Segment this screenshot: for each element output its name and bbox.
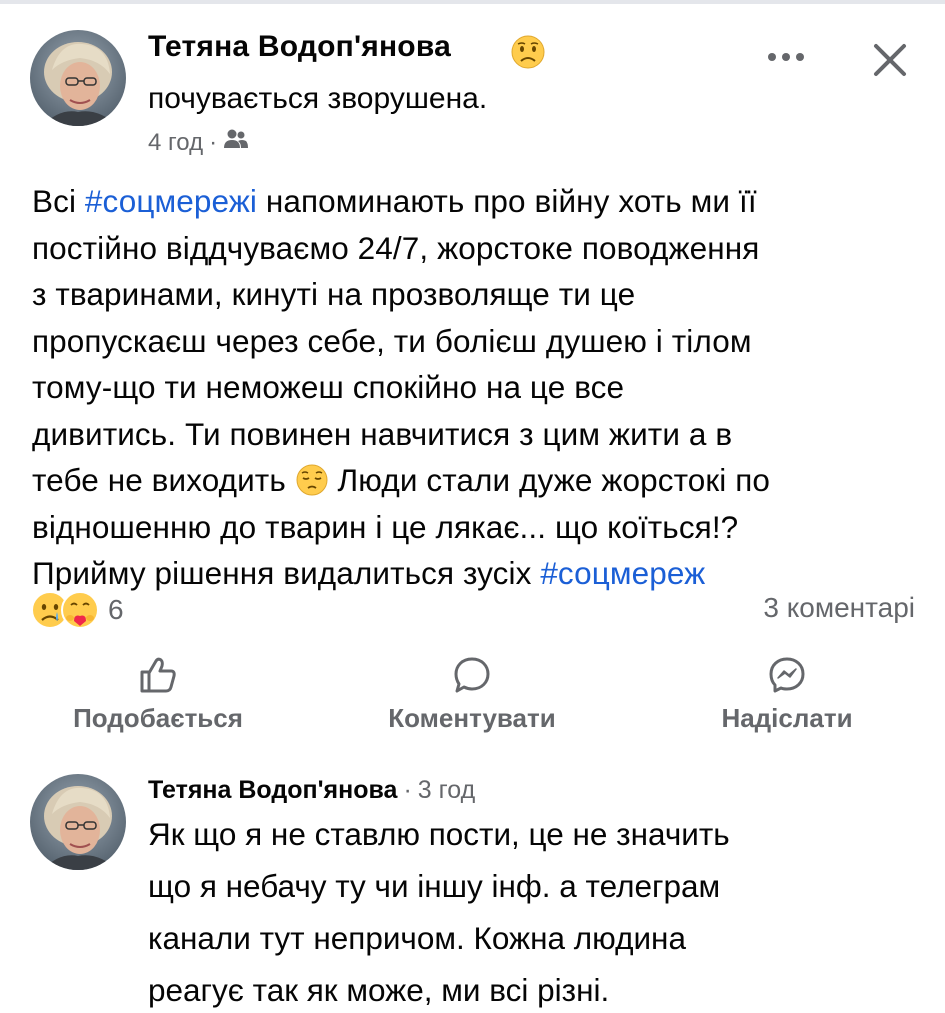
close-button[interactable] (862, 32, 918, 88)
close-icon (874, 44, 906, 76)
comment-line: що я небачу ту чи іншу інф. а телеграм (148, 868, 721, 904)
comment-line: Як що я не ставлю пости, це не значить (148, 816, 730, 852)
post-time[interactable]: 4 год (148, 129, 203, 157)
post-line: постійно віддчуваємо 24/7, жорстоке пово… (32, 229, 760, 266)
comment-line: канали тут непричом. Кожна людина (148, 920, 686, 956)
send-label: Надіслати (721, 703, 853, 733)
post-line: відношенню до тварин і це лякає... що ко… (32, 508, 739, 545)
post-line: Всі #соцмережі напоминають про війну хот… (32, 183, 757, 219)
comment-body: Як що я не ставлю пости, це не значить щ… (148, 808, 928, 1013)
send-button[interactable]: Надіслати (647, 655, 927, 734)
post-line: тому-що ти неможеш спокійно на це все (32, 369, 625, 405)
top-divider (0, 0, 945, 4)
pensive-face-emoji (295, 463, 329, 497)
post-line: з тваринами, кинуті на прозволяще ти це (32, 276, 636, 312)
thumbs-up-icon (140, 657, 176, 693)
meta-separator: · (209, 128, 218, 156)
post-line: дивитись. Ти повинен навчитися з цим жит… (32, 415, 733, 452)
post-line: тебе не виходить Люди стали дуже жорсток… (32, 462, 771, 498)
reactions-summary[interactable]: 6 (30, 590, 124, 630)
post-line: Прийму рішення видалиться зусіх #соцмере… (32, 555, 706, 591)
more-options-button[interactable] (762, 42, 810, 72)
comment-author-name[interactable]: Тетяна Водоп'янова (148, 776, 397, 804)
post-body: Всі #соцмережі напоминають про війну хот… (32, 178, 922, 597)
friends-icon (223, 128, 249, 157)
comments-count-link[interactable]: 3 коментарі (763, 592, 915, 624)
reaction-count: 6 (108, 594, 124, 625)
author-avatar[interactable] (30, 30, 126, 126)
post-meta: 4 год · (148, 128, 249, 157)
care-reaction-icon (61, 591, 99, 629)
messenger-icon (769, 657, 805, 693)
like-button[interactable]: Подобається (18, 655, 298, 734)
dot-icon (782, 53, 790, 61)
post-author-name[interactable]: Тетяна Водоп'янова (148, 30, 451, 64)
comment-button[interactable]: Коментувати (332, 655, 612, 734)
hashtag-link[interactable]: #соцмереж (540, 555, 705, 591)
hashtag-link[interactable]: #соцмережі (85, 183, 257, 219)
sad-face-emoji (510, 34, 546, 70)
comment-separator: · (403, 776, 412, 804)
dot-icon (796, 53, 804, 61)
comment-header: Тетяна Водоп'янова · 3 год (148, 776, 475, 805)
post-line: пропускаєш через себе, ти болієш душею і… (32, 322, 752, 359)
comment-time[interactable]: 3 год (418, 776, 475, 804)
comment-line: реагує так як може, ми всі різні. (148, 972, 610, 1008)
feeling-text: почувається зворушена. (148, 82, 488, 115)
commenter-avatar[interactable] (30, 774, 126, 870)
comment-bubble-icon (454, 657, 490, 693)
comment-label: Коментувати (388, 703, 556, 733)
dot-icon (768, 53, 776, 61)
like-label: Подобається (73, 703, 243, 733)
